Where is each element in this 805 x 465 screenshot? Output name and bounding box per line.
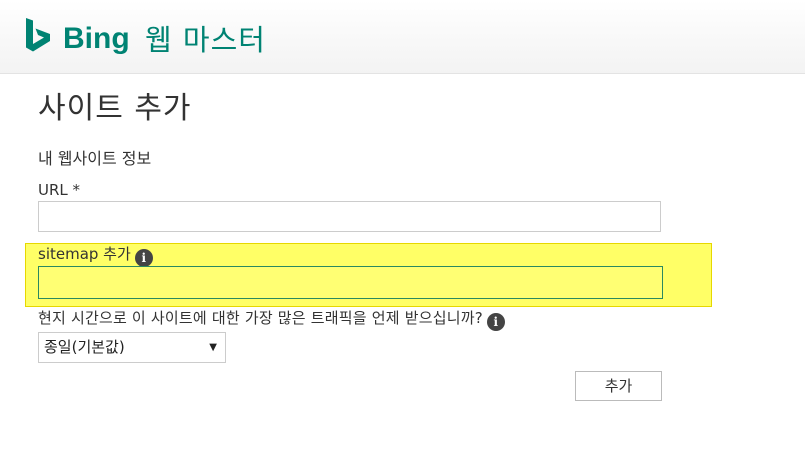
sitemap-input[interactable]: [38, 266, 663, 299]
sitemap-label-row: sitemap 추가 i: [38, 244, 153, 267]
page-title: 사이트 추가: [38, 91, 192, 126]
bing-logo-icon: [26, 18, 50, 52]
sitemap-label: sitemap 추가: [38, 245, 131, 263]
dropdown-arrow-icon: ▼: [209, 342, 217, 353]
frequency-label: 현지 시간으로 이 사이트에 대한 가장 많은 트래픽을 언제 받으십니까?: [38, 309, 483, 327]
frequency-select[interactable]: 종일(기본값) ▼: [38, 332, 226, 363]
info-icon[interactable]: i: [134, 249, 153, 267]
frequency-label-row: 현지 시간으로 이 사이트에 대한 가장 많은 트래픽을 언제 받으십니까? i: [38, 308, 505, 331]
header-bar: Bing 웹 마스터: [0, 0, 805, 74]
product-name: 웹 마스터: [145, 23, 266, 57]
info-icon[interactable]: i: [486, 313, 505, 331]
section-title: 내 웹사이트 정보: [38, 149, 152, 168]
url-input[interactable]: [38, 201, 661, 232]
add-button[interactable]: 추가: [575, 371, 662, 401]
frequency-selected-value: 종일(기본값): [44, 338, 125, 356]
bing-logo-text[interactable]: Bing: [63, 21, 130, 57]
url-label: URL *: [38, 181, 81, 199]
